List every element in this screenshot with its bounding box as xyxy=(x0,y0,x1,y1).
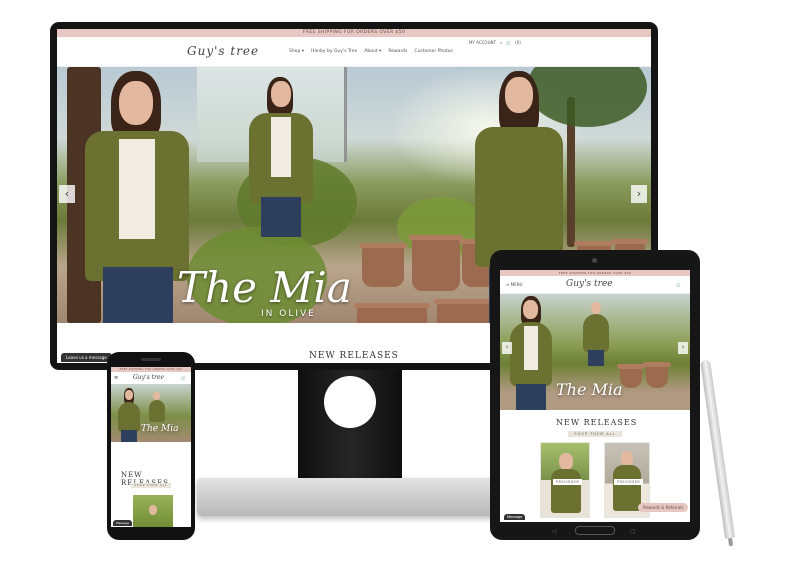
planter-pot xyxy=(643,362,671,388)
rewards-button[interactable]: Rewards & Referrals xyxy=(638,503,689,512)
monitor-stand-cutout xyxy=(324,376,376,428)
nav-item-about[interactable]: About ▾ xyxy=(364,49,381,54)
site-logo[interactable]: Guy's tree xyxy=(133,374,164,381)
preorder-badge: PREORDER xyxy=(614,479,644,485)
phone-hero[interactable]: The Mia xyxy=(111,384,191,442)
account-area: MY ACCOUNT ⌕ 🛒 (0) xyxy=(469,40,521,45)
nav-item-shop[interactable]: Shop ▾ xyxy=(289,49,304,54)
recent-apps-icon[interactable]: ▢ xyxy=(630,528,636,535)
preorder-badge: PREORDER xyxy=(553,479,583,485)
phone-speaker xyxy=(141,358,161,361)
home-button[interactable] xyxy=(575,526,615,535)
phone-header: Guy's tree ≡ 🛒 xyxy=(111,372,191,384)
chevron-right-icon[interactable]: › xyxy=(678,342,688,354)
planter-pot xyxy=(359,243,407,287)
model-photo-left xyxy=(506,296,556,410)
monitor-stand-base xyxy=(197,478,503,516)
model-photo-center xyxy=(235,73,325,273)
cart-icon[interactable]: 🛒 xyxy=(676,282,681,287)
tablet-camera xyxy=(592,258,597,263)
model-photo-center xyxy=(578,300,614,380)
menu-icon[interactable]: ≡ xyxy=(114,375,118,381)
tablet-header: ≡ MENU Guy's tree 🛒 xyxy=(500,276,690,294)
nav-item-customer-photos[interactable]: Customer Photos xyxy=(414,49,452,54)
stylus-pen xyxy=(700,359,736,539)
main-nav: Shop ▾ Hanby by Guy's Tree About ▾ Rewar… xyxy=(289,49,453,54)
product-thumb[interactable] xyxy=(133,495,173,527)
product-card[interactable]: PREORDER xyxy=(540,442,590,518)
section-title-new-releases: NEW RELEASES xyxy=(309,351,399,361)
shop-all-button[interactable]: SHOP THEM ALL xyxy=(131,483,171,488)
chat-widget[interactable]: Leave us a message xyxy=(61,353,112,362)
hero-title: The Mia xyxy=(141,424,179,434)
site-logo[interactable]: Guy's tree xyxy=(566,279,613,289)
hero-subtitle: IN OLIVE xyxy=(261,309,316,319)
chevron-right-icon[interactable]: › xyxy=(631,185,647,203)
account-link[interactable]: MY ACCOUNT xyxy=(469,40,496,45)
menu-button[interactable]: ≡ MENU xyxy=(506,282,523,287)
tablet-device: FREE SHIPPING FOR ORDERS OVER $50 ≡ MENU… xyxy=(490,250,700,540)
nav-item-rewards[interactable]: Rewards xyxy=(388,49,407,54)
hero-title: The Mia xyxy=(556,380,623,399)
section-title-new-releases: NEW RELEASES xyxy=(556,418,638,427)
shop-all-button[interactable]: SHOP THEM ALL xyxy=(568,431,622,437)
nav-item-hanby[interactable]: Hanby by Guy's Tree xyxy=(311,49,357,54)
site-header: Guy's tree Shop ▾ Hanby by Guy's Tree Ab… xyxy=(57,37,651,67)
search-icon[interactable]: ⌕ xyxy=(500,40,502,45)
phone-screen: FREE SHIPPING FOR ORDERS OVER $50 Guy's … xyxy=(111,367,191,527)
hero-title: The Mia xyxy=(177,263,352,312)
cart-icon[interactable]: 🛒 xyxy=(181,375,186,380)
cart-count: (0) xyxy=(515,40,521,45)
chevron-left-icon[interactable]: ‹ xyxy=(502,342,512,354)
chat-widget[interactable]: Message xyxy=(504,514,526,520)
back-icon[interactable]: ◁ xyxy=(552,528,557,535)
chevron-left-icon[interactable]: ‹ xyxy=(59,185,75,203)
cart-icon[interactable]: 🛒 xyxy=(506,40,511,45)
chat-widget[interactable]: Message xyxy=(113,520,133,526)
planter-pot xyxy=(409,235,463,291)
tablet-hero[interactable]: ‹ › The Mia xyxy=(500,294,690,410)
site-logo[interactable]: Guy's tree xyxy=(187,44,259,58)
planter-pot xyxy=(354,303,430,323)
model-photo xyxy=(115,388,143,442)
shipping-banner: FREE SHIPPING FOR ORDERS OVER $50 xyxy=(57,29,651,37)
planter-pot xyxy=(617,364,645,388)
phone-device: FREE SHIPPING FOR ORDERS OVER $50 Guy's … xyxy=(107,352,195,540)
tablet-screen: FREE SHIPPING FOR ORDERS OVER $50 ≡ MENU… xyxy=(500,270,690,522)
